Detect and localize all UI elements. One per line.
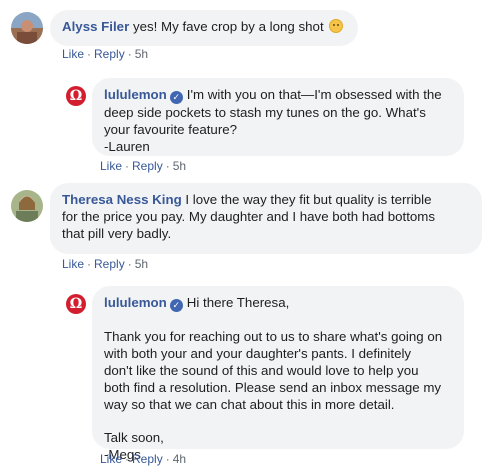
comment-text: yes! My fave crop by a long shot [132, 19, 324, 34]
comment-text-line: for the price you pay. My daughter and I… [62, 209, 436, 224]
comment-signoff: Talk soon, [104, 430, 164, 445]
comment-first-line: lululemon ✓ I'm with you on that—I'm obses… [104, 86, 452, 104]
comment-actions: Like · Reply · 4h [100, 452, 186, 466]
smiling-face-emoji-icon [329, 19, 344, 33]
like-link[interactable]: Like [100, 159, 122, 173]
comment-text-line: deep side pockets to stash my tunes on t… [104, 105, 426, 120]
like-link[interactable]: Like [100, 452, 122, 466]
avatar-alyss-filer[interactable] [11, 12, 43, 44]
lululemon-logo-avatar[interactable]: Ω [66, 86, 86, 106]
verified-badge-icon: ✓ [169, 91, 183, 104]
comment-author[interactable]: Alyss Filer [62, 19, 129, 34]
comment-author[interactable]: lululemon [104, 295, 167, 310]
comment-text-line: both find a resolution. Please send an i… [104, 380, 442, 395]
comment-timestamp[interactable]: 4h [173, 452, 186, 466]
avatar-photo [11, 12, 43, 44]
comment-text-line: your favourite feature? [104, 122, 238, 137]
comment-text-line: way so that we can chat about this in mo… [104, 397, 395, 412]
comment-text-line: I love the way they fit but quality is t… [185, 192, 432, 207]
like-link[interactable]: Like [62, 257, 84, 271]
comment-text-line: Thank you for reaching out to us to shar… [104, 329, 443, 344]
comment-author[interactable]: Theresa Ness King [62, 192, 182, 207]
comment-text-line: I'm with you on that—I'm obsessed with t… [186, 87, 442, 102]
comment-text-line: don't like the sound of this and would l… [104, 363, 419, 378]
separator-dot: · [165, 159, 170, 173]
separator-dot: · [125, 452, 130, 466]
like-link[interactable]: Like [62, 47, 84, 61]
comment-first-line: Theresa Ness King I love the way they fi… [62, 191, 470, 208]
comment-bubble-alyss: Alyss Filer yes! My fave crop by a long … [50, 10, 358, 46]
separator-dot: · [125, 159, 130, 173]
avatar-photo [11, 190, 43, 222]
reply-link[interactable]: Reply [94, 257, 125, 271]
comment-author[interactable]: lululemon [104, 87, 167, 102]
comment-bubble-theresa: Theresa Ness King I love the way they fi… [50, 183, 482, 254]
separator-dot: · [127, 47, 132, 61]
comment-actions: Like · Reply · 5h [62, 257, 148, 271]
avatar-theresa-ness-king[interactable] [11, 190, 43, 222]
comment-timestamp[interactable]: 5h [135, 257, 148, 271]
reply-link[interactable]: Reply [132, 159, 163, 173]
comment-timestamp[interactable]: 5h [173, 159, 186, 173]
reply-link[interactable]: Reply [94, 47, 125, 61]
separator-dot: · [87, 257, 92, 271]
comment-actions: Like · Reply · 5h [100, 159, 186, 173]
verified-badge-icon: ✓ [169, 299, 183, 312]
comment-signature: -Lauren [104, 139, 150, 154]
comment-bubble-lululemon-2: lululemon ✓ Hi there Theresa, Thank you fo… [92, 286, 464, 462]
separator-dot: · [87, 47, 92, 61]
separator-dot: · [127, 257, 132, 271]
comment-bubble-lululemon-1: lululemon ✓ I'm with you on that—I'm obses… [92, 78, 464, 156]
comment-text-line: with both your and your daughter's pants… [104, 346, 412, 361]
comment-actions: Like · Reply · 5h [62, 47, 148, 61]
comment-first-line: lululemon ✓ Hi there Theresa, [104, 294, 452, 312]
comment-timestamp[interactable]: 5h [135, 47, 148, 61]
reply-link[interactable]: Reply [132, 452, 163, 466]
comment-text-line: that pill very badly. [62, 226, 172, 241]
lululemon-logo-avatar[interactable]: Ω [66, 294, 86, 314]
comment-greeting: Hi there Theresa, [186, 295, 290, 310]
separator-dot: · [165, 452, 170, 466]
